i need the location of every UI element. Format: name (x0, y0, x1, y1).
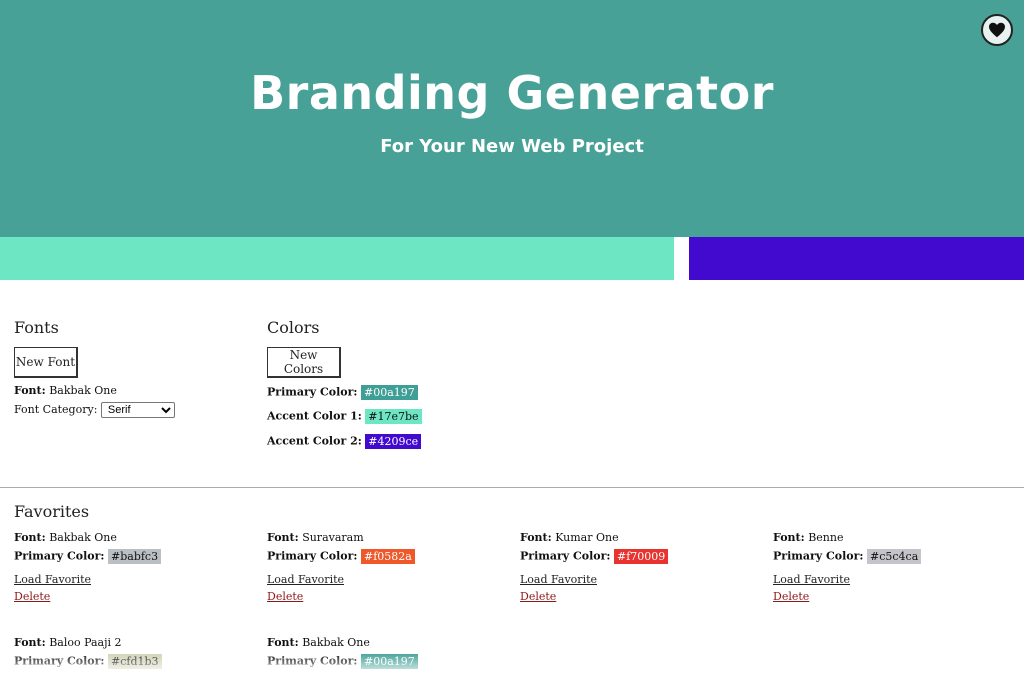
favorite-primary-line: Primary Color: #c5c4ca (773, 549, 922, 564)
load-favorite-link[interactable]: Load Favorite (773, 573, 850, 586)
current-font-line: Font: Bakbak One (14, 384, 117, 397)
favorite-font-value: Benne (808, 531, 844, 544)
accent-color-2-label: Accent Color 2: (267, 434, 362, 448)
favorite-primary-line: Primary Color: #00a197 (267, 654, 418, 669)
accent-color-1-line: Accent Color 1: #17e7be (267, 409, 422, 424)
fonts-section-title: Fonts (14, 318, 59, 337)
favorite-primary-line: Primary Color: #f70009 (520, 549, 669, 564)
font-category-label: Font Category: (14, 403, 98, 416)
accent-color-1-band (0, 237, 674, 280)
section-divider (0, 487, 1024, 488)
new-font-button[interactable]: New Font (14, 347, 78, 378)
delete-favorite-link[interactable]: Delete (267, 590, 303, 603)
accent-color-2-line: Accent Color 2: #4209ce (267, 434, 422, 449)
favorite-primary-chip: #00a197 (361, 654, 418, 669)
font-category-select[interactable]: Serif (100, 402, 175, 418)
favorite-primary-label: Primary Color: (267, 549, 358, 563)
favorite-font-label: Font: (14, 636, 46, 649)
delete-favorite-link[interactable]: Delete (773, 590, 809, 603)
favorite-font-value: Suravaram (302, 531, 364, 544)
font-value: Bakbak One (49, 384, 117, 397)
favorite-primary-chip: #c5c4ca (867, 549, 922, 564)
font-label: Font: (14, 384, 46, 397)
favorite-primary-line: Primary Color: #babfc3 (14, 549, 162, 564)
favorite-font-line: Font: Benne (773, 531, 843, 544)
favorite-primary-chip: #cfd1b3 (108, 654, 162, 669)
favorite-font-label: Font: (773, 531, 805, 544)
favorite-font-line: Font: Bakbak One (14, 531, 117, 544)
favorites-heart-button[interactable] (981, 14, 1013, 46)
colors-section-title: Colors (267, 318, 320, 337)
favorite-font-label: Font: (267, 531, 299, 544)
accent-color-2-chip: #4209ce (365, 434, 422, 449)
favorite-font-label: Font: (14, 531, 46, 544)
accent-color-1-label: Accent Color 1: (267, 409, 362, 423)
favorite-primary-label: Primary Color: (14, 549, 105, 563)
favorite-primary-label: Primary Color: (14, 654, 105, 668)
favorite-primary-label: Primary Color: (520, 549, 611, 563)
favorite-font-line: Font: Suravaram (267, 531, 364, 544)
page-title: Branding Generator (250, 66, 774, 120)
primary-color-chip: #00a197 (361, 385, 418, 400)
favorite-primary-chip: #babfc3 (108, 549, 162, 564)
load-favorite-link[interactable]: Load Favorite (14, 573, 91, 586)
favorite-font-value: Bakbak One (49, 531, 117, 544)
favorite-font-value: Bakbak One (302, 636, 370, 649)
favorite-font-line: Font: Baloo Paaji 2 (14, 636, 122, 649)
accent-color-2-band (689, 237, 1024, 280)
favorite-primary-chip: #f70009 (614, 549, 669, 564)
hero-header: Branding Generator For Your New Web Proj… (0, 0, 1024, 237)
font-category-line: Font Category: Serif (14, 402, 175, 418)
accent-color-1-chip: #17e7be (365, 409, 422, 424)
load-favorite-link[interactable]: Load Favorite (267, 573, 344, 586)
favorite-font-value: Kumar One (555, 531, 619, 544)
favorite-font-label: Font: (267, 636, 299, 649)
favorite-primary-line: Primary Color: #cfd1b3 (14, 654, 162, 669)
favorite-primary-line: Primary Color: #f0582a (267, 549, 415, 564)
favorites-section-title: Favorites (14, 502, 90, 521)
favorite-font-line: Font: Bakbak One (267, 636, 370, 649)
heart-icon (989, 22, 1005, 38)
favorite-primary-chip: #f0582a (361, 549, 415, 564)
primary-color-label: Primary Color: (267, 385, 358, 399)
new-colors-button[interactable]: New Colors (267, 347, 341, 378)
favorite-primary-label: Primary Color: (267, 654, 358, 668)
favorite-font-line: Font: Kumar One (520, 531, 619, 544)
favorite-font-label: Font: (520, 531, 552, 544)
primary-color-line: Primary Color: #00a197 (267, 385, 418, 400)
favorite-primary-label: Primary Color: (773, 549, 864, 563)
delete-favorite-link[interactable]: Delete (520, 590, 556, 603)
favorite-font-value: Baloo Paaji 2 (49, 636, 122, 649)
page-subtitle: For Your New Web Project (380, 136, 644, 157)
delete-favorite-link[interactable]: Delete (14, 590, 50, 603)
load-favorite-link[interactable]: Load Favorite (520, 573, 597, 586)
